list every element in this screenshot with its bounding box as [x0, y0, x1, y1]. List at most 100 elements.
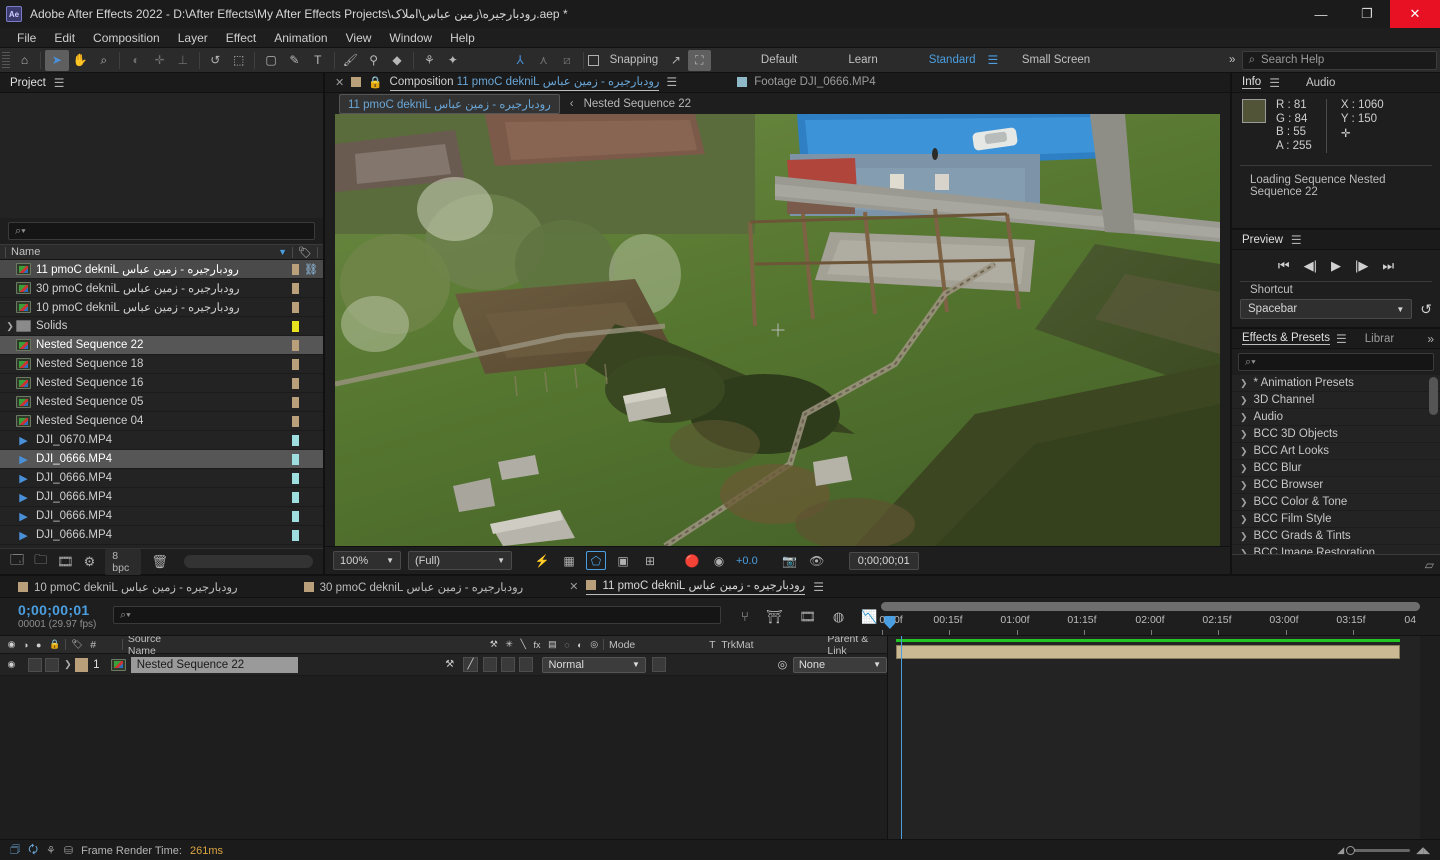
label-tag[interactable]: [292, 339, 299, 351]
tab-footage[interactable]: Footage DJI_0666.MP4: [754, 76, 875, 88]
layer-label-color[interactable]: [75, 657, 88, 672]
close-tab-icon[interactable]: ✕: [335, 76, 344, 89]
first-frame-icon[interactable]: ⏮: [1278, 258, 1290, 274]
decrease-icon[interactable]: ◢: [1337, 845, 1344, 856]
list-item[interactable]: رودبارجیره - زمین عباس Linked Comp 01: [0, 298, 323, 317]
label-tag[interactable]: [292, 301, 299, 313]
menu-window[interactable]: Window: [380, 28, 441, 48]
chevron-right-icon[interactable]: ❯: [1240, 531, 1248, 542]
list-item[interactable]: Nested Sequence 22: [0, 336, 323, 355]
tab-preview[interactable]: Preview: [1242, 234, 1283, 246]
snapping-checkbox[interactable]: [587, 54, 599, 66]
project-panel-menu-icon[interactable]: ☰: [54, 76, 65, 90]
motion-blur-icon[interactable]: ◍: [833, 609, 844, 625]
layer-switch-3d-icon[interactable]: ⚒: [445, 659, 454, 670]
clone-stamp-tool-icon[interactable]: ⚲: [362, 50, 385, 71]
roto-brush-tool-icon[interactable]: ⬚: [227, 50, 250, 71]
snapping-disabled-icon[interactable]: ⧄: [555, 50, 578, 71]
timeline-track-area[interactable]: [888, 636, 1420, 839]
timeline-ruler[interactable]: 0:00f 00:15f 01:00f 01:15f 02:00f 02:15f…: [877, 598, 1440, 635]
graph-editor-icon[interactable]: 📉: [861, 609, 877, 625]
puppet-pin-tool-icon[interactable]: ⚘: [418, 50, 441, 71]
label-tag[interactable]: [292, 529, 299, 541]
column-source-name[interactable]: Source Name: [128, 636, 189, 657]
preview-panel-menu-icon[interactable]: ☰: [1291, 233, 1302, 247]
column-parent-link[interactable]: Parent & Link: [827, 636, 887, 657]
label-tag[interactable]: [292, 472, 299, 484]
tab-effects-presets[interactable]: Effects & Presets: [1242, 332, 1330, 345]
tab-project[interactable]: Project: [10, 77, 46, 89]
menu-effect[interactable]: Effect: [217, 28, 265, 48]
home-icon[interactable]: ⌂: [13, 50, 36, 71]
rotation-tool-icon[interactable]: ↺: [204, 50, 227, 71]
shape-tool-icon[interactable]: ▢: [259, 50, 282, 71]
pen-tool-icon[interactable]: ✎: [283, 50, 306, 71]
column-t[interactable]: T: [709, 639, 715, 651]
list-item[interactable]: ▶ DJI_0670.MP4: [0, 431, 323, 450]
list-item[interactable]: ❯ Solids: [0, 317, 323, 336]
layer-preserve-transparency[interactable]: [651, 657, 666, 672]
exposure-reset-icon[interactable]: ◉: [709, 551, 729, 570]
snapping-axis-icon[interactable]: ⅄: [508, 50, 531, 71]
column-name[interactable]: Name: [11, 246, 40, 258]
layer-duration-bar[interactable]: [896, 645, 1400, 659]
layer-audio-toggle[interactable]: [28, 657, 42, 672]
snapshot-icon[interactable]: 📷: [780, 551, 800, 570]
search-help-input[interactable]: ⌕ Search Help: [1241, 50, 1437, 70]
menu-help[interactable]: Help: [441, 28, 484, 48]
label-tag[interactable]: [292, 282, 299, 294]
eraser-tool-icon[interactable]: ◆: [385, 50, 408, 71]
label-tag[interactable]: [292, 320, 299, 332]
effects-search-input[interactable]: ⌕▾: [1238, 353, 1434, 371]
workspace-learn[interactable]: Learn: [842, 54, 883, 66]
delete-icon[interactable]: 🗑: [151, 554, 168, 570]
list-item[interactable]: Nested Sequence 18: [0, 355, 323, 374]
breadcrumb-current[interactable]: رودبارجیره - زمین عباس Linked Comp 11: [339, 93, 560, 114]
project-search-input[interactable]: ⌕▾: [8, 222, 315, 240]
layer-mode-select[interactable]: Normal ▼: [542, 656, 646, 673]
list-item[interactable]: ▶ DJI_0666.MP4: [0, 507, 323, 526]
snap-bbox-icon[interactable]: ⛶: [687, 49, 712, 71]
puppet-icon[interactable]: ⚘: [46, 844, 56, 857]
layer-visibility-toggle[interactable]: ◉: [7, 659, 15, 670]
label-column-icon[interactable]: 🏷: [71, 639, 82, 650]
list-item[interactable]: ❯ BCC Browser: [1232, 477, 1440, 494]
chevron-right-icon[interactable]: ❯: [1240, 497, 1248, 508]
list-item[interactable]: رودبارجیره - زمین عباس Linked Comp 11 ⛓: [0, 260, 323, 279]
layer-frameblend-switch[interactable]: [501, 657, 516, 672]
close-tab-icon[interactable]: ✕: [569, 580, 578, 593]
list-item[interactable]: ❯ BCC 3D Objects: [1232, 426, 1440, 443]
increase-icon[interactable]: ◢◣: [1416, 845, 1430, 856]
resolution-select[interactable]: (Full) ▼: [408, 551, 512, 571]
workspace-small-screen[interactable]: Small Screen: [1016, 54, 1096, 66]
tab-composition[interactable]: Composition رودبارجیره - زمین عباس Linke…: [389, 74, 660, 91]
layer-effects-switch[interactable]: [483, 657, 498, 672]
toolbar-grip[interactable]: [2, 51, 10, 69]
table-row[interactable]: ◉ ❯ 1 Nested Sequence 22 ⚒ ╱ Normal ▼ ◎ …: [0, 654, 887, 676]
reset-shortcut-icon[interactable]: ↺: [1420, 301, 1432, 318]
layer-motionblur-switch[interactable]: [518, 657, 534, 672]
new-comp-icon[interactable]: 🗔: [10, 551, 24, 573]
maximize-button[interactable]: ❐: [1344, 0, 1390, 28]
label-column-icon[interactable]: 🏷: [298, 246, 312, 259]
previous-frame-icon[interactable]: ◀|: [1304, 258, 1317, 274]
composition-mini-flowchart-icon[interactable]: ⑂: [741, 609, 749, 624]
project-settings-icon[interactable]: ⚙: [84, 554, 96, 570]
layer-expand-icon[interactable]: ❯: [64, 659, 72, 670]
viewer-canvas[interactable]: [335, 114, 1220, 547]
viewer-timecode[interactable]: 0;00;00;01: [848, 551, 919, 570]
sync-settings-icon[interactable]: 🗘: [28, 841, 38, 860]
snapping-surface-icon[interactable]: ⋏: [532, 50, 555, 71]
effects-panel-menu-icon[interactable]: ☰: [1336, 332, 1347, 346]
list-item[interactable]: ▶ DJI_0666.MP4: [0, 488, 323, 507]
list-item[interactable]: Nested Sequence 16: [0, 374, 323, 393]
frame-blending-icon[interactable]: 🎞: [799, 609, 816, 625]
label-tag[interactable]: [292, 434, 299, 446]
lock-icon[interactable]: 🔒: [49, 639, 60, 650]
zoom-level-select[interactable]: 100% ▼: [333, 551, 401, 571]
solo-icon[interactable]: ●: [36, 640, 41, 650]
video-visibility-icon[interactable]: ◉: [8, 639, 16, 650]
region-of-interest-icon[interactable]: ⬠: [586, 551, 606, 571]
parent-pickwhip-icon[interactable]: ◎: [778, 658, 788, 671]
dolly-tool-icon[interactable]: ⊥: [171, 50, 194, 71]
